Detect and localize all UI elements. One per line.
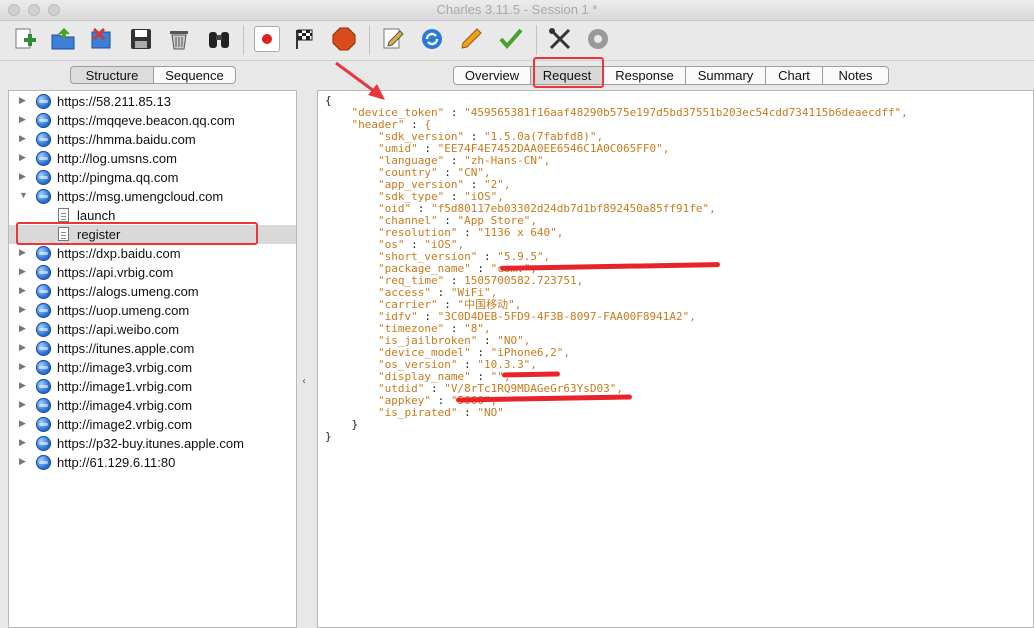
collapse-arrow-icon[interactable]: ‹: [302, 376, 306, 387]
tab-summary[interactable]: Summary: [686, 66, 766, 85]
expand-triangle-icon[interactable]: ▶: [19, 437, 26, 448]
collapse-triangle-icon[interactable]: ▼: [19, 190, 28, 200]
open-session-icon[interactable]: [50, 26, 76, 52]
expand-triangle-icon[interactable]: ▶: [19, 247, 26, 258]
save-icon[interactable]: [128, 26, 154, 52]
new-session-icon[interactable]: [12, 26, 38, 52]
globe-icon: [36, 246, 51, 261]
tree-item[interactable]: ▶ https://hmma.baidu.com: [9, 130, 296, 149]
expand-triangle-icon[interactable]: ▶: [19, 285, 26, 296]
globe-icon: [36, 189, 51, 204]
redaction-mark: [501, 371, 561, 378]
find-binoculars-icon[interactable]: [206, 26, 232, 52]
tree-item-selected[interactable]: register: [9, 225, 296, 244]
tree-item[interactable]: ▶ http://image3.vrbig.com: [9, 358, 296, 377]
title-bar: Charles 3.11.5 - Session 1 *: [0, 0, 1034, 21]
tools-icon[interactable]: [547, 26, 573, 52]
toolbar-separator: [369, 25, 370, 55]
expand-triangle-icon[interactable]: ▶: [19, 399, 26, 410]
globe-icon: [36, 398, 51, 413]
tree-item[interactable]: ▶ https://p32-buy.itunes.apple.com: [9, 434, 296, 453]
globe-icon: [36, 151, 51, 166]
json-body-view[interactable]: { "device_token" : "459565381f16aaf48290…: [317, 90, 1034, 628]
globe-icon: [36, 265, 51, 280]
structure-tab[interactable]: Structure: [70, 66, 154, 84]
tab-overview[interactable]: Overview: [453, 66, 531, 85]
request-panel: Overview Request Response Summary Chart …: [317, 60, 1034, 628]
structure-panel: Structure Sequence ▶ https://58.211.85.13…: [8, 60, 297, 628]
document-icon: [58, 208, 69, 222]
tree-item[interactable]: ▶ https://58.211.85.13: [9, 92, 296, 111]
expand-triangle-icon[interactable]: ▶: [19, 114, 26, 125]
globe-icon: [36, 132, 51, 147]
globe-icon: [36, 170, 51, 185]
tree-item[interactable]: ▶ https://dxp.baidu.com: [9, 244, 296, 263]
settings-gear-icon[interactable]: [585, 26, 611, 52]
expand-triangle-icon[interactable]: ▶: [19, 361, 26, 372]
tab-response[interactable]: Response: [604, 66, 686, 85]
globe-icon: [36, 360, 51, 375]
tree-item[interactable]: ▼ https://msg.umengcloud.com: [9, 187, 296, 206]
edit-pencil-icon[interactable]: [380, 26, 406, 52]
breakpoints-stop-icon[interactable]: [331, 26, 357, 52]
globe-icon: [36, 322, 51, 337]
toolbar-separator: [536, 25, 537, 55]
tree-item[interactable]: ▶ https://uop.umeng.com: [9, 301, 296, 320]
tab-request[interactable]: Request: [531, 66, 604, 85]
sequence-tab[interactable]: Sequence: [154, 66, 236, 84]
toolbar: [0, 21, 1034, 61]
globe-icon: [36, 436, 51, 451]
expand-triangle-icon[interactable]: ▶: [19, 418, 26, 429]
tab-chart[interactable]: Chart: [766, 66, 823, 85]
globe-icon: [36, 303, 51, 318]
expand-triangle-icon[interactable]: ▶: [19, 171, 26, 182]
window-title: Charles 3.11.5 - Session 1 *: [436, 2, 598, 17]
globe-icon: [36, 113, 51, 128]
tree-item[interactable]: ▶ http://image1.vrbig.com: [9, 377, 296, 396]
globe-icon: [36, 94, 51, 109]
tree-item[interactable]: ▶ https://api.weibo.com: [9, 320, 296, 339]
trash-icon[interactable]: [166, 26, 192, 52]
globe-icon: [36, 341, 51, 356]
panel-splitter[interactable]: ‹: [298, 60, 316, 628]
tree-item[interactable]: ▶ http://61.129.6.11:80: [9, 453, 296, 472]
tree-item[interactable]: ▶ http://image2.vrbig.com: [9, 415, 296, 434]
expand-triangle-icon[interactable]: ▶: [19, 95, 26, 106]
expand-triangle-icon[interactable]: ▶: [19, 304, 26, 315]
tree-item[interactable]: ▶ http://pingma.qq.com: [9, 168, 296, 187]
tree-item[interactable]: ▶ http://log.umsns.com: [9, 149, 296, 168]
globe-icon: [36, 455, 51, 470]
tree-item[interactable]: ▶ http://image4.vrbig.com: [9, 396, 296, 415]
throttle-flag-icon[interactable]: [292, 26, 318, 52]
json-line: }: [325, 430, 332, 443]
tab-notes[interactable]: Notes: [823, 66, 889, 85]
host-tree: ▶ https://58.211.85.13 ▶ https://mqqeve.be…: [8, 90, 297, 628]
tree-item[interactable]: ▶ https://itunes.apple.com: [9, 339, 296, 358]
detail-tabs: Overview Request Response Summary Chart …: [453, 66, 889, 85]
close-session-icon[interactable]: [88, 26, 114, 52]
expand-triangle-icon[interactable]: ▶: [19, 152, 26, 163]
toolbar-separator: [243, 25, 244, 55]
view-switcher: Structure Sequence: [70, 66, 236, 84]
globe-icon: [36, 417, 51, 432]
tree-item[interactable]: ▶ https://alogs.umeng.com: [9, 282, 296, 301]
globe-icon: [36, 379, 51, 394]
validate-check-icon[interactable]: [498, 26, 524, 52]
expand-triangle-icon[interactable]: ▶: [19, 456, 26, 467]
expand-triangle-icon[interactable]: ▶: [19, 266, 26, 277]
tree-item[interactable]: launch: [9, 206, 296, 225]
repeat-icon[interactable]: [419, 26, 445, 52]
expand-triangle-icon[interactable]: ▶: [19, 323, 26, 334]
document-icon: [58, 227, 69, 241]
expand-triangle-icon[interactable]: ▶: [19, 342, 26, 353]
tree-item[interactable]: ▶ https://api.vrbig.com: [9, 263, 296, 282]
tree-item[interactable]: ▶ https://mqqeve.beacon.qq.com: [9, 111, 296, 130]
globe-icon: [36, 284, 51, 299]
edit-request-icon[interactable]: [458, 26, 484, 52]
record-icon[interactable]: [254, 26, 280, 52]
expand-triangle-icon[interactable]: ▶: [19, 380, 26, 391]
expand-triangle-icon[interactable]: ▶: [19, 133, 26, 144]
